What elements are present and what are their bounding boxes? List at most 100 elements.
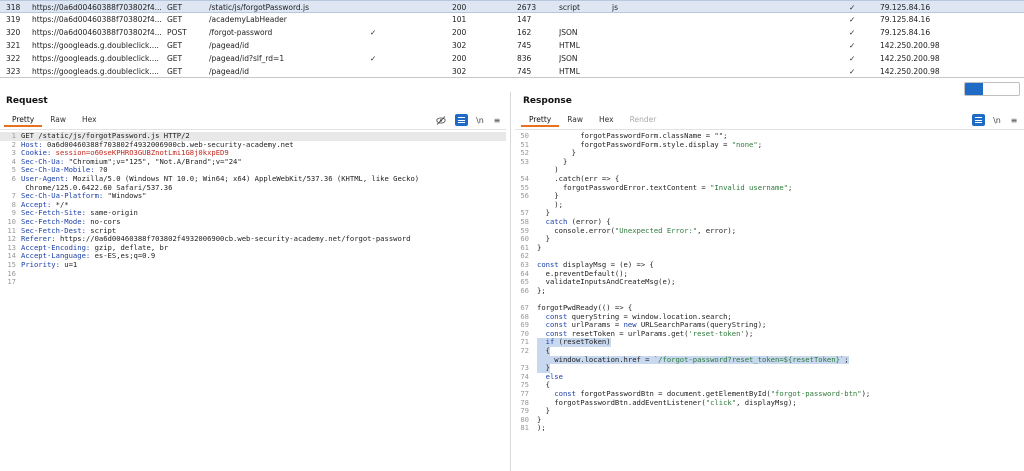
response-editor[interactable]: 50 forgotPasswordForm.className = ""; 51 … xyxy=(515,129,1024,471)
row-method: GET xyxy=(167,67,183,76)
row-method: GET xyxy=(167,54,183,63)
row-checked: ✓ xyxy=(849,15,856,24)
request-tabs: Pretty Raw Hex xyxy=(4,113,105,127)
row-url: /academyLabHeader xyxy=(209,15,287,24)
code-token: `/forgot-password?reset_token=${resetTok… xyxy=(653,354,845,364)
code-token: validateInputsAndCreateMsg(e); xyxy=(537,277,676,287)
row-checked: ✓ xyxy=(849,28,856,37)
code-line: ); xyxy=(515,200,1024,210)
line-number: 66 xyxy=(520,285,529,295)
tab-render[interactable]: Render xyxy=(622,113,665,127)
code-text: ); xyxy=(537,424,546,433)
line-number: 81 xyxy=(520,423,529,433)
line-number: 17 xyxy=(7,277,16,287)
http-history-table: 318 https://0a6d00460388f703802f4... GET/s… xyxy=(0,0,1024,78)
line-number: 6 xyxy=(11,174,16,183)
code-token: u=1 xyxy=(64,260,78,269)
code-token: "Unexpected Error:" xyxy=(614,225,698,235)
show-newlines-button[interactable]: \n xyxy=(991,114,1003,126)
row-mime: JSON xyxy=(559,28,578,37)
row-length: 745 xyxy=(517,67,532,76)
menu-icon[interactable]: ≡ xyxy=(492,114,502,126)
pretty-wrap-button[interactable] xyxy=(455,114,468,126)
row-url: /pagead/id xyxy=(209,41,249,50)
tab-hex[interactable]: Hex xyxy=(74,113,105,127)
row-method: GET xyxy=(167,41,183,50)
code-line: 51 forgotPasswordForm.style.display = "n… xyxy=(515,139,1024,150)
row-host: https://0a6d00460388f703802f4... xyxy=(32,15,162,24)
row-checked: ✓ xyxy=(849,54,856,63)
tab-raw[interactable]: Raw xyxy=(559,113,591,127)
row-number: 319 xyxy=(6,15,21,24)
code-token: "Invalid username" xyxy=(710,182,788,192)
tab-pretty[interactable]: Pretty xyxy=(521,113,560,127)
code-text: forgotPasswordError.textContent = "Inval… xyxy=(537,182,792,193)
hide-nonprintable-icon[interactable] xyxy=(434,114,448,126)
request-editor[interactable]: 1 GET /static/js/forgotPassword.js HTTP/2… xyxy=(0,129,506,471)
row-status: 302 xyxy=(452,41,467,50)
code-line: 80} xyxy=(515,415,1024,425)
row-url: /pagead/id xyxy=(209,67,249,76)
row-number: 323 xyxy=(6,67,21,76)
row-length: 147 xyxy=(517,15,532,24)
code-text: } xyxy=(537,242,542,253)
row-method: POST xyxy=(167,28,187,37)
code-token: , error); xyxy=(697,225,737,235)
code-line: 65 validateInputsAndCreateMsg(e); xyxy=(515,277,1024,287)
code-line: 79 } xyxy=(515,406,1024,416)
line-number: 72 xyxy=(520,346,529,355)
history-row[interactable]: 318 https://0a6d00460388f703802f4... GET/s… xyxy=(0,0,1024,13)
code-line: 52 } xyxy=(515,148,1024,158)
code-line: 16 xyxy=(0,269,506,279)
row-method: GET xyxy=(167,15,183,24)
code-token: forgotPasswordBtn.addEventListener( xyxy=(537,397,706,407)
history-row[interactable]: 323 https://googleads.g.doubleclick.... GE… xyxy=(0,65,1024,77)
code-token: (resetToken) xyxy=(554,337,611,347)
history-row[interactable]: 322 https://googleads.g.doubleclick.... GE… xyxy=(0,52,1024,65)
response-tabs: Pretty Raw Hex Render xyxy=(521,113,664,127)
tab-raw[interactable]: Raw xyxy=(42,113,74,127)
request-panel: Request Pretty Raw Hex \n ≡ 1 GET /static/j… xyxy=(0,92,506,471)
code-token: } xyxy=(537,242,542,252)
row-checked: ✓ xyxy=(849,41,856,50)
row-url: /forgot-password xyxy=(209,28,273,37)
menu-icon[interactable]: ≡ xyxy=(1009,114,1019,126)
code-token: ); xyxy=(537,423,546,433)
row-host: https://googleads.g.doubleclick.... xyxy=(32,67,159,76)
tab-pretty[interactable]: Pretty xyxy=(4,113,43,127)
response-title: Response xyxy=(523,96,572,106)
code-line: 15 Priority: u=1 xyxy=(0,260,506,270)
history-row[interactable]: 321 https://googleads.g.doubleclick.... GE… xyxy=(0,39,1024,52)
row-status: 200 xyxy=(452,28,467,37)
tab-hex[interactable]: Hex xyxy=(591,113,622,127)
code-token: "none" xyxy=(731,139,758,149)
row-mime: JSON xyxy=(559,54,578,63)
code-line: 59 console.error("Unexpected Error:", er… xyxy=(515,225,1024,236)
code-text: window.location.href = `/forgot-password… xyxy=(537,354,849,365)
row-length: 836 xyxy=(517,54,532,63)
row-number: 321 xyxy=(6,41,21,50)
row-mime: HTML xyxy=(559,67,580,76)
row-host: https://googleads.g.doubleclick.... xyxy=(32,41,159,50)
row-length: 745 xyxy=(517,41,532,50)
history-row[interactable]: 319 https://0a6d00460388f703802f4... GET/a… xyxy=(0,13,1024,26)
row-checked: ✓ xyxy=(849,67,856,76)
row-params-check: ✓ xyxy=(370,54,377,63)
code-token: }; xyxy=(537,285,546,295)
row-ip: 142.250.200.98 xyxy=(880,41,940,50)
row-ip: 142.250.200.98 xyxy=(880,54,940,63)
panel-divider[interactable] xyxy=(510,92,511,471)
code-token: 'reset-token' xyxy=(688,328,745,338)
code-token: forgotPasswordError.textContent = xyxy=(537,182,711,192)
code-line: 73 } xyxy=(515,363,1024,373)
code-line: 7 Sec-Ch-Ua-Platform: "Windows" xyxy=(0,191,506,201)
row-url: /pagead/id?slf_rd=1 xyxy=(209,54,285,63)
code-token: Priority: xyxy=(21,260,65,269)
code-token: es-ES,es;q=0.9 xyxy=(94,251,156,261)
pretty-wrap-button[interactable] xyxy=(972,114,985,126)
code-text: console.error("Unexpected Error:", error… xyxy=(537,225,737,236)
history-row[interactable]: 320 https://0a6d00460388f703802f4... POST /… xyxy=(0,26,1024,39)
show-newlines-button[interactable]: \n xyxy=(474,114,486,126)
row-ip: 142.250.200.98 xyxy=(880,67,940,76)
row-number: 320 xyxy=(6,28,21,37)
